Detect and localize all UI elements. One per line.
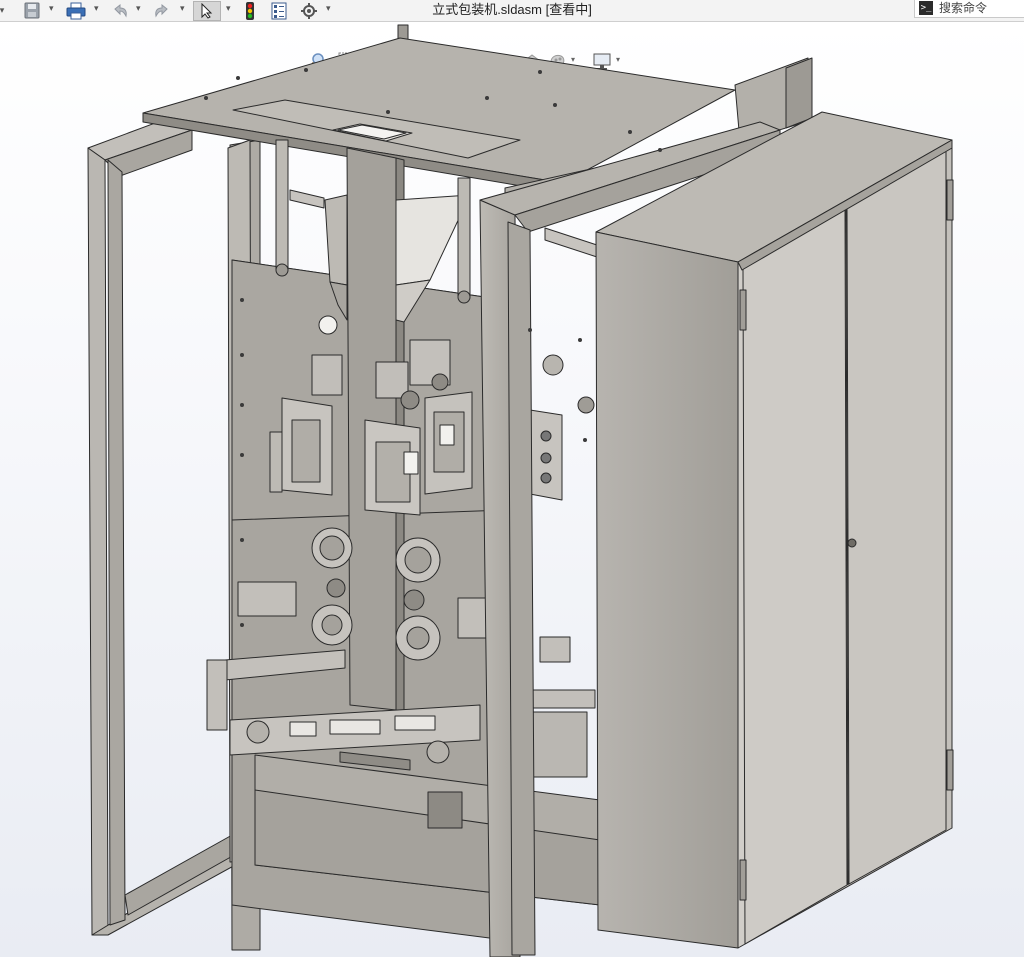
- quick-access-toolbar: ▾ ▾ ▾ ▾ ▾ ▾ ▾ 立式包装机.sldasm [查看中] >_: [0, 0, 1024, 22]
- save-dropdown-icon[interactable]: ▾: [49, 4, 54, 14]
- print-dropdown-icon[interactable]: ▾: [94, 4, 99, 14]
- undo-icon[interactable]: [108, 1, 132, 21]
- redo-icon[interactable]: [150, 1, 174, 21]
- select-pointer-icon[interactable]: [193, 1, 221, 21]
- toolbar-edge-drop[interactable]: ▾: [0, 1, 6, 21]
- command-prompt-icon: >_: [919, 1, 933, 15]
- select-dropdown-icon[interactable]: ▾: [226, 4, 231, 14]
- undo-dropdown-icon[interactable]: ▾: [136, 4, 141, 14]
- print-icon[interactable]: [63, 1, 89, 21]
- options-gear-icon[interactable]: [298, 1, 320, 21]
- redo-dropdown-icon[interactable]: ▾: [180, 4, 185, 14]
- left-door-frame[interactable]: [87, 109, 253, 936]
- packaging-machine-model[interactable]: [0, 22, 1024, 957]
- cabinet-door-handle[interactable]: [847, 538, 857, 548]
- options-dropdown-icon[interactable]: ▾: [326, 4, 331, 14]
- document-title: 立式包装机.sldasm [查看中]: [432, 2, 592, 17]
- save-icon[interactable]: [20, 1, 44, 21]
- electrical-cabinet[interactable]: [595, 111, 954, 949]
- file-properties-icon[interactable]: [268, 1, 290, 21]
- graphics-area[interactable]: ▾ ▾ ▾ ▾: [0, 22, 1024, 957]
- search-commands-input[interactable]: [939, 1, 1024, 15]
- command-search[interactable]: >_: [914, 0, 1024, 18]
- traffic-light-icon[interactable]: [240, 1, 260, 21]
